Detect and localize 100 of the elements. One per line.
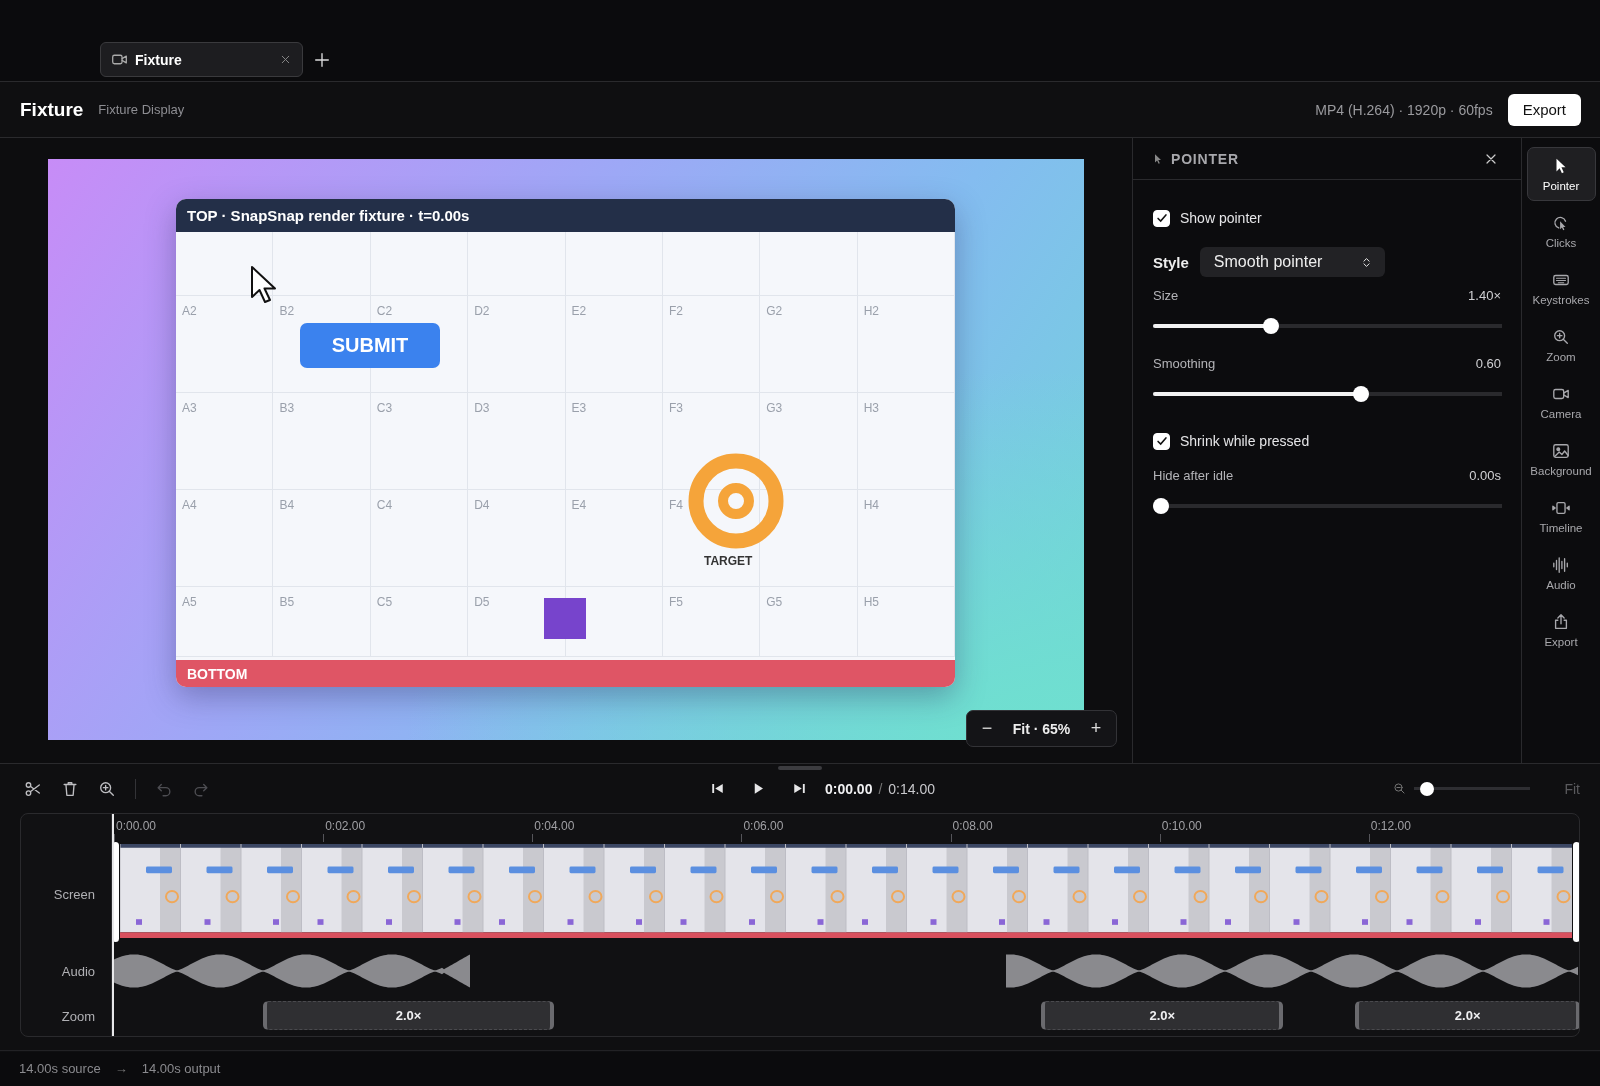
project-title: Fixture <box>20 98 84 121</box>
resize-handle[interactable] <box>778 766 822 770</box>
zoom-in-button[interactable]: + <box>1086 718 1106 739</box>
zoom-button[interactable] <box>98 779 116 798</box>
cursor-icon <box>250 265 278 305</box>
sidebar-tab[interactable]: Timeline <box>1526 489 1596 543</box>
cell-label: F5 <box>668 595 683 609</box>
slider-value: 1.40× <box>1468 288 1501 303</box>
zoom-segment[interactable]: 2.0× <box>263 1001 554 1030</box>
track-label: Zoom <box>61 1008 95 1024</box>
waveform-icon <box>1552 555 1570 574</box>
slider-label: Size <box>1153 288 1179 303</box>
submit-button[interactable]: SUBMIT <box>300 323 440 368</box>
document-tab[interactable]: Fixture <box>100 42 303 77</box>
cell-label: D4 <box>474 498 490 512</box>
ruler-label: 0:04.00 <box>534 819 575 833</box>
zoom-in-icon <box>98 779 116 798</box>
plus-icon <box>313 50 331 69</box>
sidebar-tab[interactable]: Pointer <box>1526 147 1596 201</box>
sidebar-tab[interactable]: Keystrokes <box>1526 261 1596 315</box>
skip-forward-icon <box>791 781 807 796</box>
scissors-icon <box>24 779 42 798</box>
checkbox[interactable] <box>1153 209 1170 227</box>
cell-label: B2 <box>279 304 295 318</box>
cell-label: H3 <box>863 401 879 415</box>
ruler-label: 0:08.00 <box>952 819 993 833</box>
target-label: TARGET <box>704 554 753 568</box>
cell-label: C5 <box>376 595 393 609</box>
cell-label: E2 <box>571 304 587 318</box>
zoom-segment[interactable]: 2.0× <box>1355 1001 1579 1030</box>
cell-label: F3 <box>668 401 683 415</box>
cell-label: D2 <box>474 304 490 318</box>
output-duration: 14.00s output <box>141 1061 221 1076</box>
ruler-label: 0:00.00 <box>116 819 157 833</box>
slider-label: Smoothing <box>1153 356 1216 371</box>
trim-handle[interactable] <box>1573 842 1579 942</box>
cell-label: B3 <box>279 401 295 415</box>
delete-button[interactable] <box>61 779 79 798</box>
cell-label: D5 <box>474 595 490 609</box>
cell-label: B4 <box>279 498 295 512</box>
slider-thumb[interactable] <box>1262 318 1279 334</box>
ruler-label: 0:12.00 <box>1370 819 1411 833</box>
skip-back-icon <box>709 781 725 796</box>
checkbox-label: Show pointer <box>1180 210 1262 226</box>
sidebar-tab[interactable]: Zoom <box>1526 318 1596 372</box>
ruler-label: 0:10.00 <box>1161 819 1202 833</box>
current-time: 0:00.00 <box>824 780 873 797</box>
cell-label: D3 <box>474 401 490 415</box>
cell-label: E4 <box>571 498 587 512</box>
ruler-label: 0:02.00 <box>325 819 366 833</box>
target-icon <box>688 453 784 549</box>
cell-label: G3 <box>766 401 783 415</box>
zoom-out-icon <box>1393 782 1407 795</box>
export-button[interactable]: Export <box>1507 93 1581 126</box>
zoom-segment[interactable]: 2.0× <box>1041 1001 1284 1030</box>
sidebar-tab[interactable]: Camera <box>1526 375 1596 429</box>
checkbox[interactable] <box>1153 432 1170 450</box>
time-separator: / <box>878 780 883 797</box>
style-dropdown[interactable]: Smooth pointer <box>1199 247 1385 277</box>
trash-icon <box>61 779 79 798</box>
slider-thumb[interactable] <box>1419 781 1434 796</box>
source-duration: 14.00s source <box>19 1061 101 1076</box>
fixture-header: TOP · SnapSnap render fixture · t=0.00s <box>176 199 955 232</box>
close-icon <box>279 53 292 66</box>
sidebar-tab[interactable]: Audio <box>1526 546 1596 600</box>
zoom-level: Fit · 65% <box>1012 720 1071 737</box>
slider-value: 0.00s <box>1469 468 1501 483</box>
checkmark-icon <box>1154 434 1169 448</box>
zoom-out-button[interactable]: − <box>977 718 997 739</box>
skip-forward-button[interactable] <box>791 781 807 796</box>
track-label: Audio <box>61 963 95 979</box>
skip-back-button[interactable] <box>709 781 725 796</box>
cut-button[interactable] <box>24 779 42 798</box>
cell-label: A3 <box>182 401 197 415</box>
share-icon <box>1552 612 1570 631</box>
cell-label: G5 <box>766 595 783 609</box>
slider-value: 0.60 <box>1475 356 1501 371</box>
sidebar-tab[interactable]: Background <box>1526 432 1596 486</box>
cell-label: C3 <box>376 401 393 415</box>
cell-label: G2 <box>766 304 783 318</box>
cell-label: H5 <box>863 595 879 609</box>
ruler-label: 0:06.00 <box>743 819 784 833</box>
panel-title: POINTER <box>1171 150 1239 167</box>
cell-label: C2 <box>376 304 393 318</box>
cell-label: H2 <box>863 304 879 318</box>
cell-label: F4 <box>668 498 683 512</box>
track-label: Screen <box>53 886 95 902</box>
slider-thumb[interactable] <box>1153 498 1169 514</box>
project-subtitle: Fixture Display <box>98 102 185 117</box>
cell-label: H4 <box>863 498 879 512</box>
sidebar-tab[interactable]: Clicks <box>1526 204 1596 258</box>
cursor-icon <box>1152 152 1164 165</box>
zoom-in-icon <box>1552 327 1570 346</box>
sidebar-tab[interactable]: Export <box>1526 603 1596 657</box>
arrow-glyph: → <box>114 1061 128 1076</box>
cell-label: E3 <box>571 401 587 415</box>
slider-thumb[interactable] <box>1352 386 1369 402</box>
cell-label: A2 <box>182 304 197 318</box>
drag-block <box>544 598 586 639</box>
checkbox-label: Shrink while pressed <box>1180 433 1310 449</box>
